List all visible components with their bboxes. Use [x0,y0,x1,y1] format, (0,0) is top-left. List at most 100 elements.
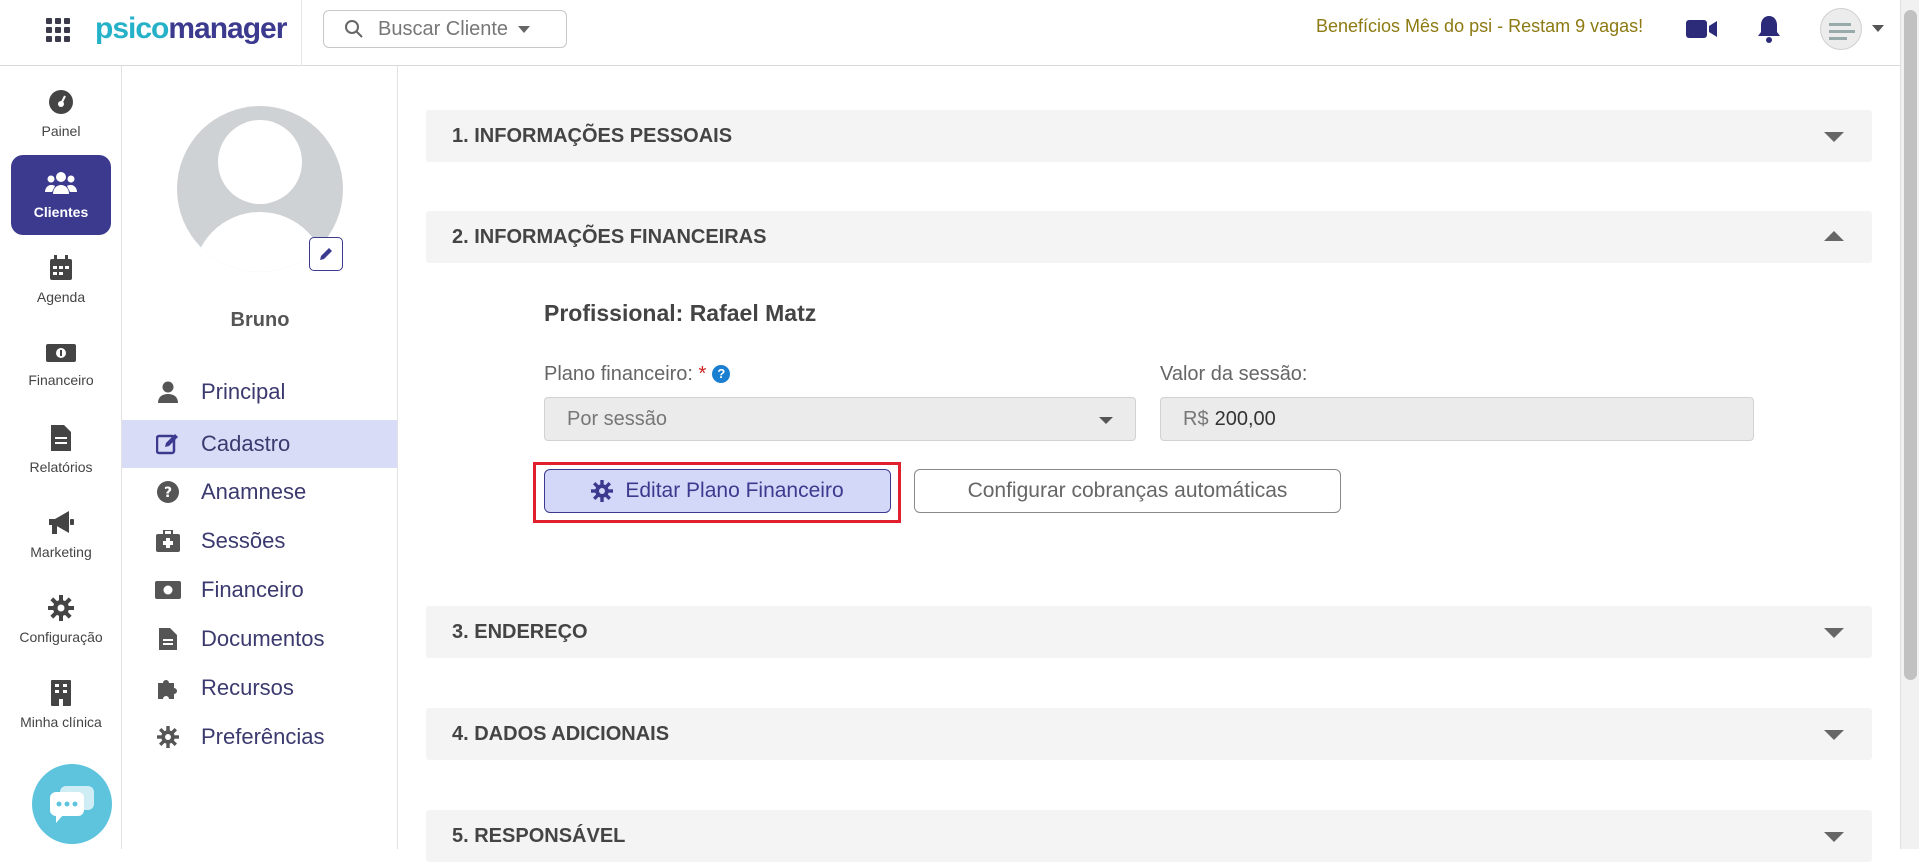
subnav-item-preferencias[interactable]: Preferências [122,713,397,761]
chevron-down-icon [1824,132,1844,142]
chat-icon [50,786,94,823]
subnav-label: Principal [201,379,286,404]
session-value-label: Valor da sessão: [1160,363,1308,385]
nav-item-financeiro[interactable]: Financeiro [11,325,111,405]
calendar-icon [50,255,72,280]
nav-item-agenda[interactable]: Agenda [11,240,111,320]
edit-financial-plan-label: Editar Plano Financeiro [625,479,844,502]
subnav-item-cadastro[interactable]: Cadastro [122,420,397,468]
nav-label: Configuração [19,629,103,645]
building-icon [51,680,71,706]
configure-auto-billing-label: Configurar cobranças automáticas [967,479,1288,502]
nav-label: Agenda [36,289,86,305]
plan-label: Plano financeiro: *? [544,363,731,386]
plan-select-value: Por sessão [567,407,668,430]
currency-prefix: R$ [1183,407,1209,430]
question-icon: ? [157,481,179,503]
top-bar: psicomanager Buscar Cliente Benefícios M… [0,0,1900,66]
section-endereco[interactable]: 3. ENDEREÇO [426,606,1872,658]
subnav-item-recursos[interactable]: Recursos [122,664,397,712]
document-icon [51,425,71,451]
search-icon [345,20,363,38]
medkit-icon [156,530,180,552]
chevron-down-icon[interactable] [1872,25,1884,32]
subnav-label: Cadastro [201,431,291,456]
configure-auto-billing-button[interactable]: Configurar cobranças automáticas [914,469,1341,513]
chevron-down-icon [1824,628,1844,638]
pencil-icon [320,248,332,260]
money-icon [155,581,181,599]
main-content: 1. INFORMAÇÕES PESSOAIS 2. INFORMAÇÕES F… [398,66,1900,862]
nav-label: Clientes [33,204,89,220]
subnav-item-anamnese[interactable]: ? Anamnese [122,468,397,516]
search-placeholder: Buscar Cliente [378,17,509,40]
subnav-label: Recursos [201,675,294,700]
required-marker: * [698,363,707,385]
bell-icon[interactable] [1756,14,1782,44]
edit-icon [156,434,178,455]
subnav-item-principal[interactable]: Principal [122,368,397,416]
section-responsavel[interactable]: 5. RESPONSÁVEL [426,810,1872,862]
chevron-down-icon [1824,730,1844,740]
logo-part-1: psico [95,12,169,45]
nav-label: Marketing [30,544,92,560]
money-icon [46,344,76,362]
nav-item-clientes[interactable]: Clientes [11,155,111,235]
user-icon [158,381,178,403]
client-search[interactable]: Buscar Cliente [323,10,567,48]
logo[interactable]: psicomanager [95,12,287,46]
nav-label: Relatórios [29,459,93,475]
chevron-down-icon [518,25,531,33]
gear-icon [48,595,74,621]
nav-item-relatorios[interactable]: Relatórios [11,410,111,490]
megaphone-icon [49,511,74,534]
edit-financial-plan-button[interactable]: Editar Plano Financeiro [544,469,891,513]
help-icon[interactable]: ? [712,364,731,383]
nav-label: Painel [41,123,81,139]
subnav-item-financeiro[interactable]: Financeiro [122,566,397,614]
professional-name: Profissional: Rafael Matz [544,300,817,326]
nav-item-marketing[interactable]: Marketing [11,495,111,575]
chevron-down-icon [1099,417,1113,424]
subnav-item-sessoes[interactable]: Sessões [122,517,397,565]
nav-item-configuracao[interactable]: Configuração [11,580,111,660]
gear-icon [157,726,179,748]
video-camera-icon[interactable] [1686,18,1718,40]
nav-label: Financeiro [28,372,94,388]
users-icon [45,172,77,194]
nav-label: Minha clínica [20,714,102,730]
nav-item-painel[interactable]: Painel [11,74,111,154]
plan-select[interactable]: Por sessão [544,397,1136,441]
user-avatar[interactable] [1820,8,1862,50]
dashboard-icon [49,90,73,114]
subnav-label: Sessões [201,528,286,553]
document-icon [159,628,177,650]
chevron-up-icon [1824,231,1844,241]
edit-photo-button[interactable] [309,237,343,271]
session-value-input[interactable]: R$ 200,00 [1160,397,1754,441]
gear-icon [591,480,614,502]
main-sidebar: Painel Clientes Agenda Financeiro Relató… [0,66,122,849]
svg-text:?: ? [164,485,172,501]
section-title: 4. DADOS ADICIONAIS [452,722,670,745]
scrollbar[interactable] [1900,0,1919,849]
section-dados-adicionais[interactable]: 4. DADOS ADICIONAIS [426,708,1872,760]
chat-support-button[interactable] [32,764,112,844]
logo-part-2: manager [168,12,287,45]
scrollbar-thumb[interactable] [1904,10,1917,680]
top-divider [301,0,302,66]
section-title: 3. ENDEREÇO [452,620,588,643]
subnav-item-documentos[interactable]: Documentos [122,615,397,663]
client-name: Bruno [230,309,290,331]
promo-link[interactable]: Benefícios Mês do psi - Restam 9 vagas! [1316,16,1643,37]
section-informacoes-pessoais[interactable]: 1. INFORMAÇÕES PESSOAIS [426,110,1872,162]
session-value: 200,00 [1214,407,1276,430]
subnav-label: Preferências [201,724,325,749]
section-title: 5. RESPONSÁVEL [452,824,626,847]
section-title: 1. INFORMAÇÕES PESSOAIS [452,124,733,147]
nav-item-minha-clinica[interactable]: Minha clínica [11,665,111,745]
section-title: 2. INFORMAÇÕES FINANCEIRAS [452,225,767,248]
section-informacoes-financeiras[interactable]: 2. INFORMAÇÕES FINANCEIRAS [426,211,1872,263]
apps-grid-icon[interactable] [46,18,70,42]
subnav-label: Financeiro [201,577,304,602]
